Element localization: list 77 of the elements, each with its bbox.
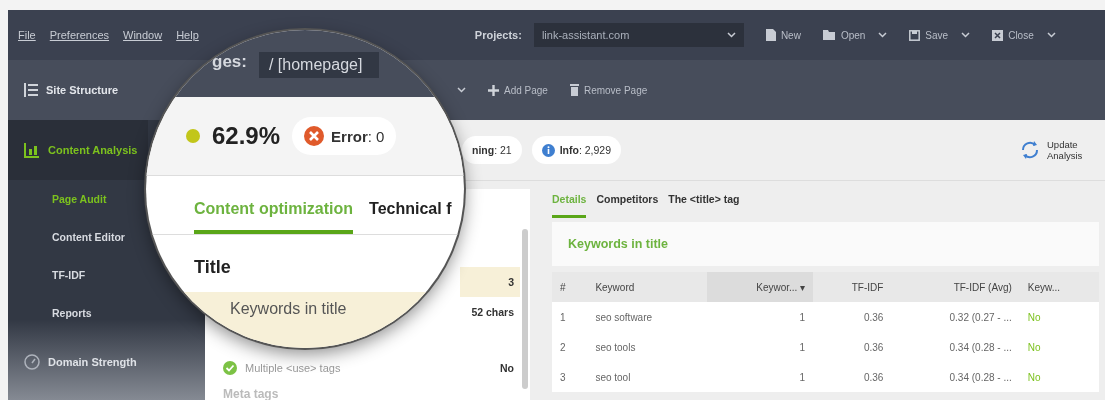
detail-tab[interactable]: Competitors [596,193,659,218]
issue-label: Multiple <use> tags [245,362,341,374]
table-cell: 0.32 (0.27 - ... [891,302,1020,332]
table-cell: seo software [587,302,707,332]
toolbar-button[interactable]: Add Page [488,84,548,96]
save-icon [909,29,921,41]
sidebar-header[interactable]: Site Structure [8,75,138,105]
menu-item[interactable]: File [18,29,36,41]
project-select[interactable]: link-assistant.com [533,23,744,47]
sidebar-header-label: Site Structure [46,84,119,96]
refresh-icon [1019,139,1041,161]
section-title: Title [193,256,232,278]
column-header[interactable]: TF-IDF (Avg) [891,272,1020,302]
page-field[interactable]: / [homepage] [258,52,379,78]
menu-item[interactable]: Help [176,29,199,41]
score-dot [186,129,200,144]
column-header[interactable]: TF-IDF [813,272,892,302]
table-cell: 1 [706,332,814,362]
update-analysis-button[interactable]: Update Analysis [1019,139,1097,161]
toolbar-button[interactable]: New [765,29,801,41]
column-header[interactable]: Keyword [587,272,707,302]
score-value: 62.9% [212,122,281,151]
column-header[interactable]: Keyw... [1019,272,1099,302]
error-count-label: Error: 0 [331,127,385,145]
check-circle-icon [223,361,237,375]
warning-count: ning: 21 [462,136,522,164]
sidebar-item[interactable]: Domain Strength [8,332,148,392]
projects-label: Projects: [474,29,522,41]
section-heading: Meta tags [222,386,280,400]
table-cell: 0.36 [813,332,892,362]
table-cell: seo tools [587,332,707,362]
folder-icon [822,30,836,40]
sidebar-item[interactable]: Content Analysis [8,120,148,180]
menu-item[interactable]: Preferences [49,29,110,41]
close-icon [992,29,1004,41]
table-cell: No [1019,362,1099,392]
sidebar-subitem[interactable]: TF-IDF [8,256,133,294]
chevron-down-icon [726,32,736,38]
toolbar-button[interactable]: Save [909,29,971,41]
toolbar-button[interactable]: Remove Page [569,84,648,96]
sidebar-subitem[interactable]: Content Editor [8,218,133,256]
table-cell: 0.36 [813,302,892,332]
chevron-down-icon[interactable] [457,87,466,93]
gauge-icon [24,354,40,370]
toolbar-button[interactable]: Open [822,29,888,41]
trash-icon [569,84,579,96]
list-icon [24,83,38,97]
table-cell: 0.34 (0.28 - ... [891,362,1020,392]
plus-icon [488,84,499,96]
sidebar-subitem[interactable]: Reports [8,294,133,332]
sidebar-subitem[interactable]: Page Audit [8,180,133,218]
info-icon [541,143,555,157]
column-header[interactable]: Keywor... ▾ [706,272,814,302]
detail-tab[interactable]: The <title> tag [668,193,740,218]
table-cell: 1 [706,362,814,392]
card-title: Keywords in title [552,222,1099,266]
pages-label: ges: [212,52,247,72]
table-cell: seo tool [587,362,707,392]
table-cell: No [1019,302,1099,332]
table-cell: 2 [552,332,588,362]
chart-icon [24,142,40,158]
column-header[interactable]: # [552,272,588,302]
content-tab[interactable]: Technical f [369,200,452,234]
table-cell: 0.36 [813,362,892,392]
toolbar-button[interactable]: Close [992,29,1056,41]
table-cell: No [1019,332,1099,362]
table-cell: 1 [706,302,814,332]
table-cell: 1 [552,302,588,332]
document-icon [765,29,776,41]
table-cell: 3 [552,362,588,392]
issue-row[interactable]: Multiple <use> tags No [205,353,520,383]
issue-value[interactable]: 3 [460,267,520,297]
error-icon [304,126,325,147]
issue-value: No [500,362,514,374]
table-cell: 0.34 (0.28 - ... [891,332,1020,362]
info-count-label: Info: 2,929 [559,144,612,156]
menu-item[interactable]: Window [123,29,163,41]
